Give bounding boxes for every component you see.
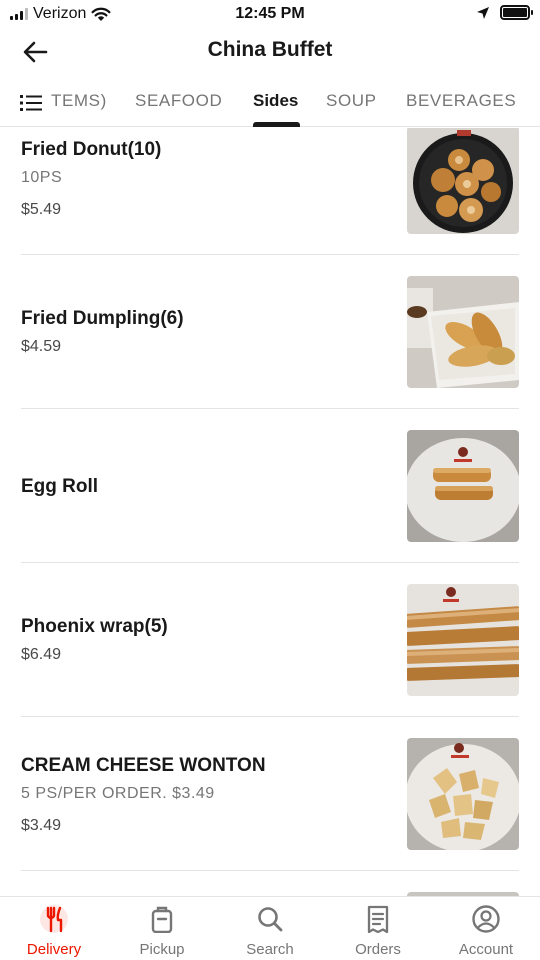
receipt-icon <box>367 905 389 933</box>
status-bar: Verizon 12:45 PM <box>0 0 540 30</box>
nav-account[interactable]: Account <box>432 897 540 960</box>
fried-dumpling-photo <box>407 276 519 388</box>
tab-items[interactable]: TEMS) <box>51 91 107 111</box>
nav-label: Delivery <box>26 941 82 958</box>
nav-label: Pickup <box>139 941 185 958</box>
menu-item-phoenix-wrap[interactable]: Phoenix wrap(5) $6.49 <box>0 563 540 717</box>
item-image <box>407 584 519 696</box>
battery-level <box>503 8 527 17</box>
item-description: 10PS <box>21 169 63 186</box>
nav-label: Orders <box>355 941 401 958</box>
nav-orders[interactable]: Orders <box>324 897 432 960</box>
tab-seafood[interactable]: SEAFOOD <box>135 91 222 111</box>
fried-donut-photo <box>407 128 519 234</box>
item-price: $4.59 <box>21 338 62 355</box>
item-name: Egg Roll <box>21 476 99 497</box>
status-time: 12:45 PM <box>235 5 305 22</box>
menu-item-fried-donut[interactable]: Fried Donut(10) 10PS $5.49 <box>0 127 540 255</box>
header: China Buffet <box>0 30 540 74</box>
menu-item-list[interactable]: Fried Donut(10) 10PS $5.49 Fried Dumplin… <box>0 127 540 896</box>
phoenix-wrap-photo <box>407 584 519 696</box>
cream-cheese-wonton-photo <box>407 738 519 850</box>
item-name: CREAM CHEESE WONTON <box>21 755 266 776</box>
tab-sides[interactable]: Sides <box>253 91 298 111</box>
item-image <box>407 738 519 850</box>
bag-icon <box>151 906 173 933</box>
nav-search[interactable]: Search <box>216 897 324 960</box>
utensils-icon <box>40 905 68 933</box>
egg-roll-photo <box>407 430 519 542</box>
tab-beverages[interactable]: BEVERAGES <box>406 91 516 111</box>
category-tabs: TEMS) SEAFOOD Sides SOUP BEVERAGES <box>0 82 540 127</box>
tab-soup[interactable]: SOUP <box>326 91 377 111</box>
battery-icon <box>500 5 533 20</box>
menu-item-egg-roll[interactable]: Egg Roll <box>0 409 540 563</box>
page-title: China Buffet <box>207 38 333 61</box>
item-image <box>407 430 519 542</box>
item-description: 5 PS/PER ORDER. $3.49 <box>21 785 215 802</box>
item-price: $5.49 <box>21 201 62 218</box>
item-price: $3.49 <box>21 817 62 834</box>
account-icon <box>472 905 500 933</box>
nav-label: Search <box>246 941 294 958</box>
nav-delivery[interactable]: Delivery <box>0 897 108 960</box>
location-arrow-icon <box>477 6 489 19</box>
item-image <box>407 127 519 234</box>
search-icon <box>258 907 283 932</box>
item-name: Fried Donut(10) <box>21 139 162 160</box>
menu-item-partial[interactable] <box>0 871 540 896</box>
item-image <box>407 276 519 388</box>
item-price: $6.49 <box>21 646 62 663</box>
status-right <box>476 5 533 20</box>
bottom-navigation: Delivery Pickup Search Orders Account <box>0 896 540 960</box>
item-name: Fried Dumpling(6) <box>21 308 184 329</box>
menu-item-fried-dumpling[interactable]: Fried Dumpling(6) $4.59 <box>0 255 540 409</box>
item-name: Phoenix wrap(5) <box>21 616 168 637</box>
nav-pickup[interactable]: Pickup <box>108 897 216 960</box>
list-icon[interactable] <box>20 95 42 111</box>
menu-item-cream-cheese-wonton[interactable]: CREAM CHEESE WONTON 5 PS/PER ORDER. $3.4… <box>0 717 540 871</box>
nav-label: Account <box>458 941 514 958</box>
